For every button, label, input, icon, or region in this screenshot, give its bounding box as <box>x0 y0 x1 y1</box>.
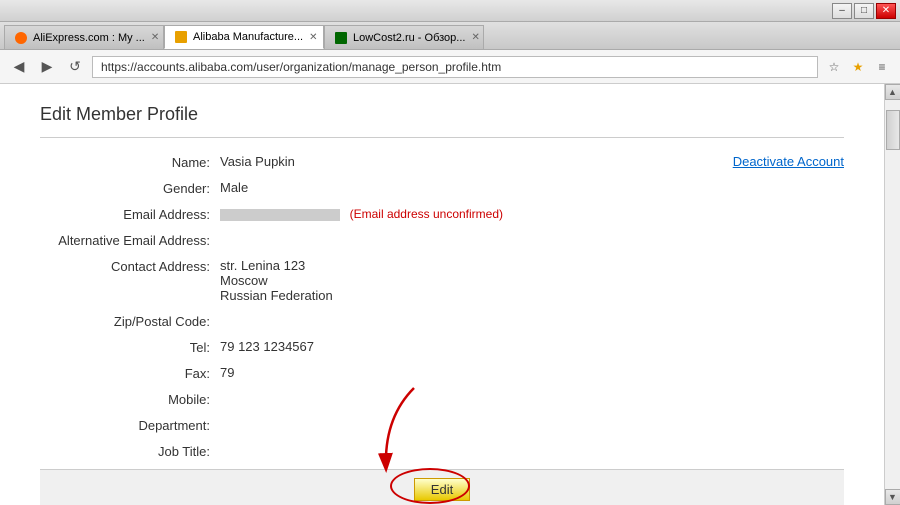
forward-button[interactable]: ▶ <box>36 56 58 78</box>
tab-close-alibaba[interactable]: ✕ <box>309 32 317 43</box>
gender-value: Male <box>220 180 844 195</box>
tab-close-lowcost[interactable]: ✕ <box>471 32 479 43</box>
name-section: Deactivate Account Name: Vasia Pupkin <box>40 154 844 170</box>
contact-address-label: Contact Address: <box>40 258 220 274</box>
tab-favicon-lowcost <box>335 32 347 44</box>
gender-label: Gender: <box>40 180 220 196</box>
edit-button[interactable]: Edit <box>414 478 470 501</box>
tab-alibaba[interactable]: Alibaba Manufacture... ✕ <box>164 25 324 49</box>
toolbar-icons: ☆ ★ ≡ <box>824 57 892 77</box>
tab-close-aliexpress[interactable]: ✕ <box>151 32 159 43</box>
mobile-label: Mobile: <box>40 391 220 407</box>
scroll-down-button[interactable]: ▼ <box>885 489 900 505</box>
menu-icon[interactable]: ≡ <box>872 57 892 77</box>
fax-row: Fax: 79 <box>40 365 844 381</box>
edit-button-container: Edit <box>414 478 470 501</box>
department-row: Department: <box>40 417 844 433</box>
tab-label-lowcost: LowCost2.ru - Обзор... <box>353 32 465 44</box>
tel-row: Tel: 79 123 1234567 <box>40 339 844 355</box>
contact-address-value: str. Lenina 123MoscowRussian Federation <box>220 258 844 303</box>
alt-email-label: Alternative Email Address: <box>40 232 220 248</box>
job-title-label: Job Title: <box>40 443 220 459</box>
email-label: Email Address: <box>40 206 220 222</box>
maximize-button[interactable]: □ <box>854 3 874 19</box>
department-label: Department: <box>40 417 220 433</box>
refresh-button[interactable]: ↺ <box>64 56 86 78</box>
scroll-up-button[interactable]: ▲ <box>885 84 900 100</box>
scrollbar: ▲ ▼ <box>884 84 900 505</box>
contact-address-row: Contact Address: str. Lenina 123MoscowRu… <box>40 258 844 303</box>
fax-label: Fax: <box>40 365 220 381</box>
fax-value: 79 <box>220 365 844 380</box>
tab-favicon-aliexpress <box>15 32 27 44</box>
bookmark-star-icon[interactable]: ☆ <box>824 57 844 77</box>
name-label: Name: <box>40 154 220 170</box>
alt-email-row: Alternative Email Address: <box>40 232 844 248</box>
scroll-track <box>885 100 900 489</box>
close-button[interactable]: ✕ <box>876 3 896 19</box>
email-row: Email Address: (Email address unconfirme… <box>40 206 844 222</box>
tab-label-alibaba: Alibaba Manufacture... <box>193 31 303 43</box>
tab-label-aliexpress: AliExpress.com : My ... <box>33 32 145 44</box>
footer-bar: Edit <box>40 469 844 505</box>
page-content: Edit Member Profile Deactivate Account N… <box>0 84 884 505</box>
divider <box>40 137 844 138</box>
address-input[interactable] <box>92 56 818 78</box>
titlebar: – □ ✕ <box>0 0 900 22</box>
scroll-thumb[interactable] <box>886 110 900 150</box>
back-button[interactable]: ◀ <box>8 56 30 78</box>
deactivate-account-link[interactable]: Deactivate Account <box>733 154 844 169</box>
address-bar: ◀ ▶ ↺ ☆ ★ ≡ <box>0 50 900 84</box>
tab-lowcost[interactable]: LowCost2.ru - Обзор... ✕ <box>324 25 484 49</box>
page-area: Edit Member Profile Deactivate Account N… <box>0 84 900 505</box>
email-value: (Email address unconfirmed) <box>220 206 844 221</box>
email-blurred <box>220 209 340 221</box>
zip-row: Zip/Postal Code: <box>40 313 844 329</box>
tab-aliexpress[interactable]: AliExpress.com : My ... ✕ <box>4 25 164 49</box>
bookmark-icon[interactable]: ★ <box>848 57 868 77</box>
mobile-row: Mobile: <box>40 391 844 407</box>
tel-value: 79 123 1234567 <box>220 339 844 354</box>
minimize-button[interactable]: – <box>832 3 852 19</box>
page-title: Edit Member Profile <box>40 104 198 125</box>
top-row: Edit Member Profile <box>40 104 844 137</box>
job-title-row: Job Title: <box>40 443 844 459</box>
tab-bar: AliExpress.com : My ... ✕ Alibaba Manufa… <box>0 22 900 50</box>
email-unconfirmed-text: (Email address unconfirmed) <box>350 207 503 221</box>
zip-label: Zip/Postal Code: <box>40 313 220 329</box>
window-controls: – □ ✕ <box>832 3 896 19</box>
name-row: Name: Vasia Pupkin <box>40 154 844 170</box>
tab-favicon-alibaba <box>175 31 187 43</box>
gender-row: Gender: Male <box>40 180 844 196</box>
tel-label: Tel: <box>40 339 220 355</box>
